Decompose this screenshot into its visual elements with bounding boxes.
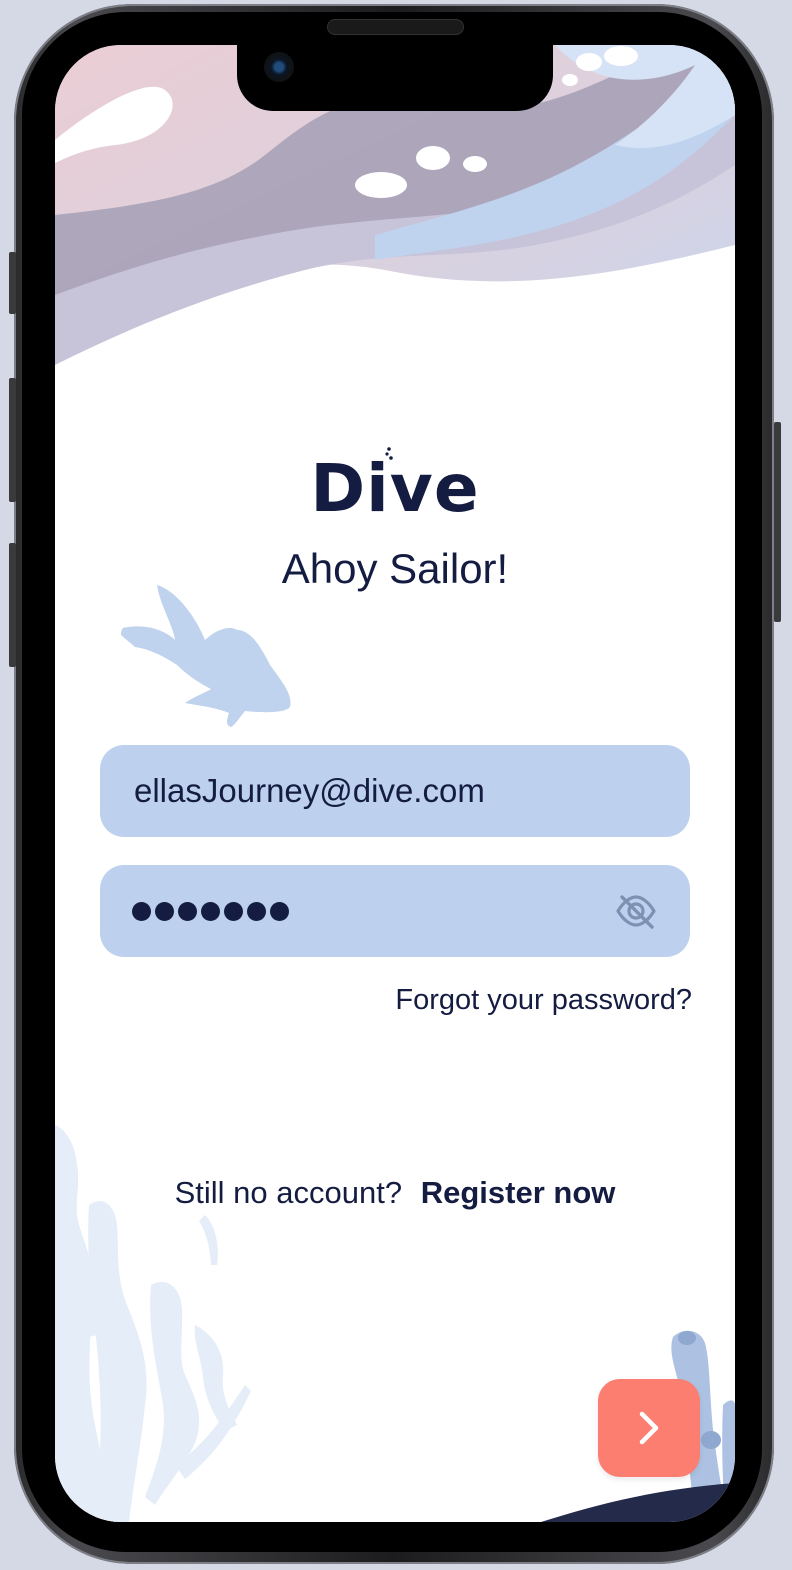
earpiece-speaker <box>327 19 464 35</box>
eye-slash-icon[interactable] <box>614 891 658 931</box>
seabed <box>541 1483 735 1522</box>
submit-login-button[interactable] <box>598 1379 700 1477</box>
app-screen: Dive Ahoy Sailor! Forgot your password? … <box>55 45 735 1522</box>
password-dot <box>178 901 197 921</box>
coral-pore <box>701 1431 721 1449</box>
bubble <box>355 172 407 198</box>
password-dot <box>155 901 174 921</box>
register-prompt: Still no account? <box>174 1175 403 1210</box>
bubble <box>576 53 602 71</box>
coral-pore <box>678 1331 696 1345</box>
password-dot <box>132 901 151 921</box>
app-logo: Dive <box>310 450 480 527</box>
password-dot <box>247 901 266 921</box>
bubble <box>416 146 450 170</box>
register-prompt-row: Still no account? Register now <box>55 1175 735 1211</box>
power-button <box>774 422 781 622</box>
volume-up-button <box>9 378 16 502</box>
password-masked-value[interactable] <box>132 901 614 921</box>
email-field[interactable] <box>100 745 690 837</box>
password-dot <box>270 901 289 921</box>
silent-switch <box>9 252 16 314</box>
password-field[interactable] <box>100 865 690 957</box>
password-dot <box>224 901 243 921</box>
volume-down-button <box>9 543 16 667</box>
email-input[interactable] <box>132 771 658 811</box>
password-dot <box>201 901 220 921</box>
bubble <box>604 46 638 66</box>
greeting-heading: Ahoy Sailor! <box>281 545 509 592</box>
front-camera <box>264 52 294 82</box>
forgot-password-link[interactable]: Forgot your password? <box>395 984 692 1017</box>
register-now-link[interactable]: Register now <box>421 1175 616 1210</box>
bubble <box>562 74 578 86</box>
bubble <box>463 156 487 172</box>
fish-silhouette <box>121 585 291 727</box>
chevron-right-icon <box>639 1411 659 1445</box>
